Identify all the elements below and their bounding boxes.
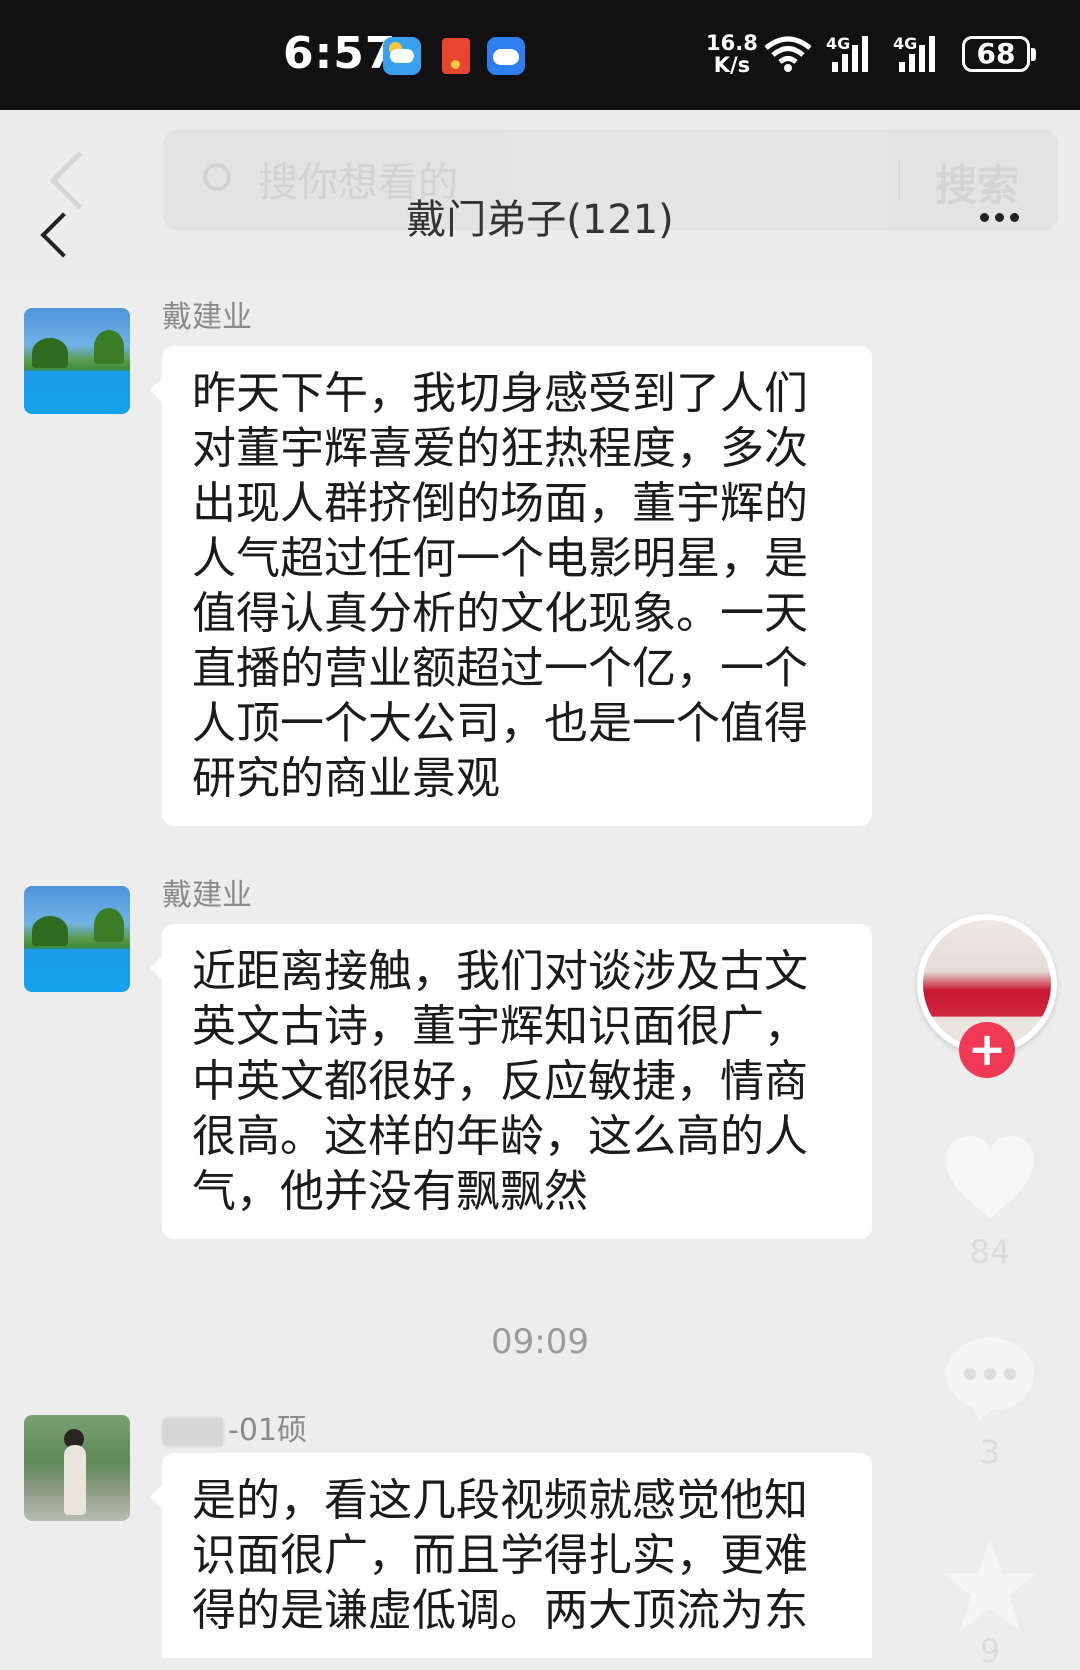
favorite-count: 9 bbox=[979, 1632, 1001, 1670]
message-bubble[interactable]: 近距离接触，我们对谈涉及古文英文古诗，董宇辉知识面很广，中英文都很好，反应敏捷，… bbox=[150, 924, 872, 1239]
message-bubble[interactable]: 昨天下午，我切身感受到了人们对董宇辉喜爱的狂热程度，多次出现人群挤倒的场面，董宇… bbox=[150, 346, 872, 826]
sender-name: 戴建业 bbox=[162, 878, 252, 913]
cellular-signal-2: 4G bbox=[893, 34, 943, 78]
chat-header: 搜你想看的 搜索 戴门弟子(121) bbox=[0, 110, 1080, 280]
network-speed-unit: K/s bbox=[713, 53, 751, 77]
battery-level: 68 bbox=[976, 37, 1016, 70]
weather-app-icon bbox=[383, 37, 421, 75]
sender-name: -01硕 bbox=[162, 1405, 307, 1449]
more-options-button[interactable] bbox=[980, 207, 1040, 231]
cellular-signal-1: 4G bbox=[826, 34, 876, 78]
chat-title: 戴门弟子(121) bbox=[406, 197, 674, 243]
redacted-name bbox=[162, 1416, 224, 1447]
battery-icon: 68 bbox=[962, 36, 1036, 72]
sender-name: 戴建业 bbox=[162, 300, 252, 335]
comment-count: 3 bbox=[979, 1433, 1001, 1471]
cloud-app-icon bbox=[487, 37, 525, 75]
like-count: 84 bbox=[969, 1233, 1011, 1271]
avatar[interactable] bbox=[24, 1415, 130, 1521]
wifi-icon bbox=[764, 36, 812, 72]
status-bar: 6:57 16.8 K/s 4G 4G 68 bbox=[0, 0, 1080, 110]
avatar[interactable] bbox=[24, 308, 130, 414]
sender-name-suffix: -01硕 bbox=[228, 1413, 307, 1448]
avatar[interactable] bbox=[24, 886, 130, 992]
network-speed: 16.8 K/s bbox=[706, 32, 758, 76]
red-packet-icon bbox=[442, 38, 470, 74]
status-time: 6:57 bbox=[283, 28, 397, 79]
signal-type-1: 4G bbox=[826, 34, 851, 53]
comment-icon[interactable] bbox=[940, 1332, 1040, 1424]
follow-button[interactable]: + bbox=[959, 1022, 1015, 1078]
star-icon[interactable] bbox=[938, 1535, 1042, 1635]
timestamp: 09:09 bbox=[491, 1322, 589, 1362]
message-bubble[interactable]: 是的，看这几段视频就感觉他知识面很广，而且学得扎实，更难得的是谦虚低调。两大顶流… bbox=[150, 1453, 872, 1658]
network-speed-value: 16.8 bbox=[706, 31, 758, 55]
signal-type-2: 4G bbox=[893, 34, 918, 53]
heart-icon[interactable] bbox=[942, 1132, 1038, 1222]
